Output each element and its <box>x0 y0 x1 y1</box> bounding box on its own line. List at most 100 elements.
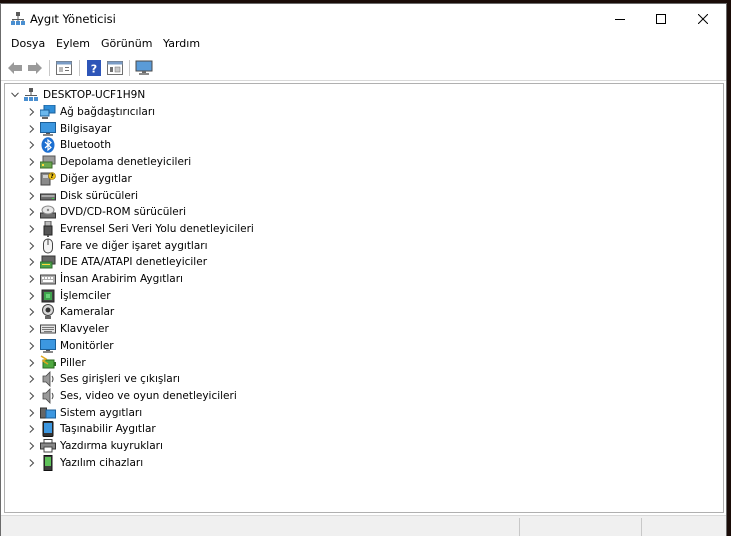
status-bar <box>1 515 726 536</box>
tree-category-label: IDE ATA/ATAPI denetleyiciler <box>60 256 208 269</box>
expand-toggle[interactable] <box>27 321 37 337</box>
tree-category-item[interactable]: Yazılım cihazları <box>27 454 144 471</box>
expand-toggle[interactable] <box>10 87 20 103</box>
tree-category-label: Piller <box>60 356 86 369</box>
menu-action[interactable]: Eylem <box>54 37 92 50</box>
menu-bar: Dosya Eylem Görünüm Yardım <box>1 33 726 55</box>
processor-icon <box>40 288 56 304</box>
properties-button[interactable] <box>54 58 74 78</box>
tree-category-item[interactable]: Fare ve diğer işaret aygıtları <box>27 238 208 254</box>
expand-toggle[interactable] <box>27 438 37 454</box>
expand-toggle[interactable] <box>27 338 37 354</box>
help-icon: ? <box>87 60 101 76</box>
menu-file[interactable]: Dosya <box>9 37 47 50</box>
tree-category-item[interactable]: İnsan Arabirim Aygıtları <box>27 271 183 287</box>
expand-toggle[interactable] <box>27 238 37 254</box>
expand-toggle[interactable] <box>27 371 37 387</box>
chevron-right-icon <box>29 258 35 267</box>
title-bar[interactable]: Aygıt Yöneticisi <box>1 4 726 33</box>
sound-video-icon <box>40 387 56 404</box>
svg-text:?: ? <box>50 173 54 180</box>
tree-category-label: Monitörler <box>60 339 114 352</box>
forward-button[interactable] <box>25 58 45 78</box>
expand-toggle[interactable] <box>27 171 37 187</box>
svg-text:?: ? <box>91 63 97 76</box>
chevron-right-icon <box>29 425 35 434</box>
menu-help[interactable]: Yardım <box>161 37 202 50</box>
menu-view[interactable]: Görünüm <box>99 37 154 50</box>
expand-toggle[interactable] <box>27 154 37 170</box>
battery-icon <box>40 354 56 371</box>
tree-category-label: İnsan Arabirim Aygıtları <box>60 273 183 285</box>
tree-category-label: Diğer aygıtlar <box>60 172 132 185</box>
device-manager-app-icon <box>11 12 25 26</box>
usb-icon <box>40 220 56 237</box>
expand-toggle[interactable] <box>27 254 37 270</box>
expand-toggle[interactable] <box>27 421 37 437</box>
expand-toggle[interactable] <box>27 355 37 371</box>
tree-category-item[interactable]: İşlemciler <box>27 288 111 304</box>
expand-toggle[interactable] <box>27 455 37 471</box>
tree-category-item[interactable]: Taşınabilir Aygıtlar <box>27 421 156 438</box>
expand-toggle[interactable] <box>27 271 37 287</box>
expand-toggle[interactable] <box>27 288 37 304</box>
expand-toggle[interactable] <box>27 188 37 204</box>
chevron-right-icon <box>29 325 35 333</box>
monitor-scan-icon <box>135 60 153 75</box>
tree-category-item[interactable]: Ses, video ve oyun denetleyicileri <box>27 387 237 404</box>
maximize-icon <box>656 13 666 24</box>
tree-category-item[interactable]: ? Diğer aygıtlar <box>27 171 132 187</box>
tree-root-node[interactable]: DESKTOP-UCF1H9N <box>10 87 145 103</box>
expand-toggle[interactable] <box>27 221 37 237</box>
tree-category-label: Sistem aygıtları <box>60 406 143 419</box>
help-button[interactable]: ? <box>84 58 104 78</box>
expand-toggle[interactable] <box>27 137 37 153</box>
tree-category-item[interactable]: DVD/CD-ROM sürücüleri <box>27 204 186 220</box>
toolbar: ? <box>1 55 726 81</box>
expand-toggle[interactable] <box>27 104 37 120</box>
tree-category-label: Evrensel Seri Veri Yolu denetleyicileri <box>60 222 254 235</box>
tree-category-item[interactable]: Piller <box>27 354 86 371</box>
tree-category-label: Taşınabilir Aygıtlar <box>60 423 156 436</box>
tree-category-label: Yazdırma kuyrukları <box>60 440 163 452</box>
maximize-button[interactable] <box>638 4 684 33</box>
expand-toggle[interactable] <box>27 388 37 404</box>
expand-toggle[interactable] <box>27 121 37 137</box>
tree-category-item[interactable]: Depolama denetleyicileri <box>27 154 191 170</box>
chevron-right-icon <box>29 225 35 233</box>
hid-icon <box>40 271 56 287</box>
tree-category-item[interactable]: Sistem aygıtları <box>27 405 142 421</box>
chevron-right-icon <box>29 291 35 300</box>
tree-category-item[interactable]: Bluetooth <box>27 137 111 154</box>
tree-category-item[interactable]: Kameralar <box>27 304 114 320</box>
tree-category-label: Yazılım cihazları <box>60 456 144 469</box>
chevron-right-icon <box>29 375 35 384</box>
tree-category-item[interactable]: Ses girişleri ve çıkışları <box>27 371 180 388</box>
bluetooth-icon <box>40 137 56 154</box>
tree-category-item[interactable]: Evrensel Seri Veri Yolu denetleyicileri <box>27 220 254 237</box>
expand-toggle[interactable] <box>27 405 37 421</box>
tree-category-item[interactable]: Klavyeler <box>27 321 109 337</box>
chevron-right-icon <box>29 124 35 133</box>
details-view-button[interactable] <box>105 58 125 78</box>
scan-hardware-button[interactable] <box>134 58 154 78</box>
close-button[interactable] <box>680 4 726 33</box>
tree-category-item[interactable]: Yazdırma kuyrukları <box>27 438 163 454</box>
expand-toggle[interactable] <box>27 204 37 220</box>
tree-category-item[interactable]: Disk sürücüleri <box>27 188 138 204</box>
chevron-right-icon <box>29 308 35 317</box>
back-button[interactable] <box>5 58 25 78</box>
tree-category-item[interactable]: Bilgisayar <box>27 121 112 137</box>
device-tree[interactable]: DESKTOP-UCF1H9N Ağ bağdaştırıcıları Bilgis… <box>4 83 724 513</box>
minimize-button[interactable] <box>597 4 643 33</box>
tree-category-item[interactable]: IDE ATA/ATAPI denetleyiciler <box>27 254 207 270</box>
tree-category-item[interactable]: Monitörler <box>27 338 114 354</box>
tree-category-label: Depolama denetleyicileri <box>60 156 192 169</box>
mouse-icon <box>40 238 56 254</box>
device-manager-window: Aygıt Yöneticisi Dosya Eylem Görünüm Yar… <box>0 3 727 536</box>
network-adapter-icon <box>40 104 56 120</box>
expand-toggle[interactable] <box>27 304 37 320</box>
system-device-icon <box>40 405 56 421</box>
tree-category-item[interactable]: Ağ bağdaştırıcıları <box>27 104 155 120</box>
forward-arrow-icon <box>28 62 42 74</box>
